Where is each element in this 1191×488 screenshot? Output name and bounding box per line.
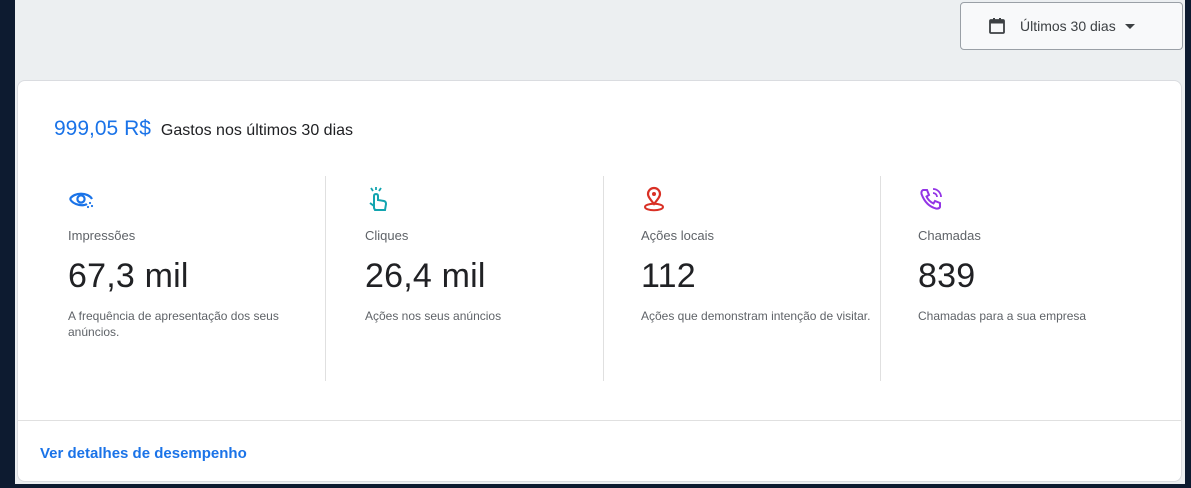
metric-label: Chamadas <box>918 228 981 243</box>
tap-icon <box>365 186 391 212</box>
spend-summary: 999,05 R$ Gastos nos últimos 30 dias <box>54 117 353 141</box>
metric-label: Cliques <box>365 228 409 243</box>
metric-clicks: Cliques 26,4 mil Ações nos seus anúncios <box>365 186 605 324</box>
view-performance-details-link[interactable]: Ver detalhes de desempenho <box>40 445 247 462</box>
metric-value: 26,4 mil <box>365 257 486 295</box>
metric-description: A frequência de apresentação dos seus an… <box>68 309 279 339</box>
metric-calls: Chamadas 839 Chamadas para a sua empresa <box>918 186 1158 324</box>
metric-description: Ações que demonstram intenção de visitar… <box>641 309 871 323</box>
divider <box>880 176 881 381</box>
divider <box>18 420 1181 421</box>
metric-description: Chamadas para a sua empresa <box>918 309 1087 323</box>
calendar-icon <box>988 17 1006 35</box>
date-range-dropdown[interactable]: Últimos 30 dias <box>960 2 1183 50</box>
metric-local-actions: Ações locais 112 Ações que demonstram in… <box>641 186 881 324</box>
divider <box>325 176 326 381</box>
eye-icon <box>68 186 94 212</box>
date-range-label: Últimos 30 dias <box>1020 18 1116 34</box>
metric-impressions: Impressões 67,3 mil A frequência de apre… <box>68 186 308 340</box>
metric-value: 67,3 mil <box>68 257 189 295</box>
summary-card: 999,05 R$ Gastos nos últimos 30 dias Imp… <box>17 80 1182 482</box>
location-pin-icon <box>641 186 667 212</box>
divider <box>603 176 604 381</box>
chevron-down-icon <box>1124 23 1135 29</box>
performance-panel: Últimos 30 dias 999,05 R$ Gastos nos últ… <box>15 0 1185 484</box>
metric-description: Ações nos seus anúncios <box>365 309 502 323</box>
phone-call-icon <box>918 186 944 212</box>
metric-value: 112 <box>641 257 696 295</box>
spend-amount: 999,05 R$ <box>54 117 151 140</box>
spend-label: Gastos nos últimos 30 dias <box>160 122 354 139</box>
metric-label: Impressões <box>68 228 136 243</box>
metric-label: Ações locais <box>641 228 714 243</box>
metric-value: 839 <box>918 257 976 295</box>
